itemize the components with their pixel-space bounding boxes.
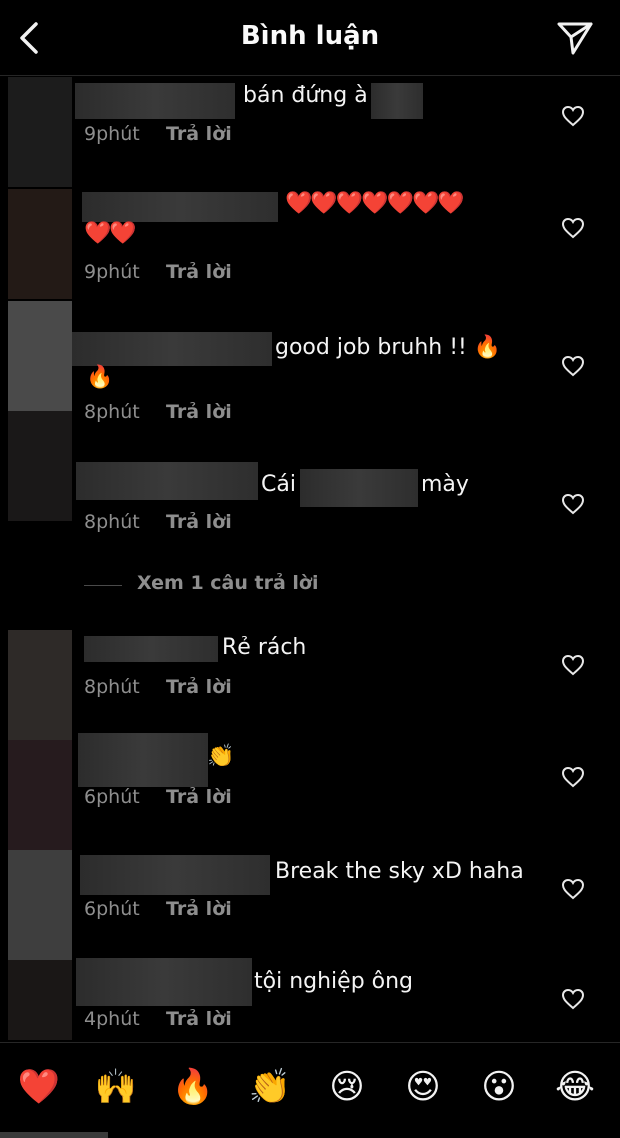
heart-icon[interactable] <box>561 878 585 900</box>
view-replies-button[interactable]: Xem 1 câu trả lời <box>84 572 384 602</box>
heart-icon[interactable] <box>561 766 585 788</box>
comment-text: 👏 <box>207 744 235 769</box>
comment-time: 6phút <box>84 898 140 920</box>
clapping-hands-emoji-button[interactable]: 👏 <box>248 1065 292 1109</box>
reply-button[interactable]: Trả lời <box>166 401 232 423</box>
page-title: Bình luận <box>240 21 380 51</box>
comment-meta: 9phút Trả lời <box>84 261 232 283</box>
comment-meta: 8phút Trả lời <box>84 676 232 698</box>
avatar[interactable] <box>8 740 72 850</box>
header: Bình luận <box>0 0 620 76</box>
redacted-text <box>300 469 418 507</box>
avatar[interactable] <box>8 77 72 187</box>
comment-time: 6phút <box>84 786 140 808</box>
comment-meta: 6phút Trả lời <box>84 898 232 920</box>
comment-input-edge <box>0 1132 108 1138</box>
comment-text: bán đứng à <box>243 83 368 108</box>
username-redacted[interactable] <box>76 462 258 500</box>
username-redacted[interactable] <box>78 733 208 787</box>
username-redacted[interactable] <box>76 958 252 1006</box>
heart-icon[interactable] <box>561 493 585 515</box>
comment-text-part1: Cái <box>261 472 296 497</box>
reply-button[interactable]: Trả lời <box>166 1008 232 1030</box>
redacted-text <box>371 83 423 119</box>
comment-text-line2: 🔥 <box>86 365 114 390</box>
comment-text-part2: mày <box>421 472 469 497</box>
avatar[interactable] <box>8 301 72 411</box>
avatar[interactable] <box>8 630 72 740</box>
avatar[interactable] <box>8 850 72 960</box>
comment-meta: 9phút Trả lời <box>84 123 232 145</box>
username-redacted[interactable] <box>80 855 270 895</box>
comment-text: Rẻ rách <box>222 635 307 660</box>
comment-meta: 8phút Trả lời <box>84 511 232 533</box>
comment-time: 9phút <box>84 261 140 283</box>
emoji-reaction-bar: ❤️ 🙌 🔥 👏 😢 😍 😮 😂 <box>0 1042 620 1138</box>
comment-time: 8phút <box>84 676 140 698</box>
reply-button[interactable]: Trả lời <box>166 123 232 145</box>
username-redacted[interactable] <box>75 83 235 119</box>
avatar[interactable] <box>8 411 72 521</box>
username-redacted[interactable] <box>82 192 278 222</box>
comment-time: 4phút <box>84 1008 140 1030</box>
raising-hands-emoji-button[interactable]: 🙌 <box>94 1065 138 1109</box>
comment-time: 8phút <box>84 511 140 533</box>
comment-text: tội nghiệp ông <box>254 969 414 994</box>
heart-icon[interactable] <box>561 105 585 127</box>
username-redacted[interactable] <box>84 636 218 662</box>
reply-button[interactable]: Trả lời <box>166 676 232 698</box>
surprised-face-emoji-button[interactable]: 😮 <box>477 1065 521 1109</box>
heart-icon[interactable] <box>561 355 585 377</box>
username-redacted[interactable] <box>72 332 272 366</box>
comment-meta: 8phút Trả lời <box>84 401 232 423</box>
reply-button[interactable]: Trả lời <box>166 511 232 533</box>
comment-time: 8phút <box>84 401 140 423</box>
reply-button[interactable]: Trả lời <box>166 261 232 283</box>
comment-text-line2: ❤️❤️ <box>84 221 137 246</box>
reply-button[interactable]: Trả lời <box>166 786 232 808</box>
tears-of-joy-emoji-button[interactable]: 😂 <box>553 1065 597 1109</box>
comment-text: Break the sky xD haha <box>275 859 524 884</box>
heart-icon[interactable] <box>561 654 585 676</box>
heart-icon[interactable] <box>561 988 585 1010</box>
reply-button[interactable]: Trả lời <box>166 898 232 920</box>
heart-icon[interactable] <box>561 217 585 239</box>
comment-time: 9phút <box>84 123 140 145</box>
comment-text: good job bruhh !! 🔥 <box>275 335 502 360</box>
heart-eyes-emoji-button[interactable]: 😍 <box>401 1065 445 1109</box>
comment-meta: 4phút Trả lời <box>84 1008 232 1030</box>
view-replies-label: Xem 1 câu trả lời <box>137 572 319 594</box>
red-heart-emoji-button[interactable]: ❤️ <box>17 1065 61 1109</box>
fire-emoji-button[interactable]: 🔥 <box>171 1065 215 1109</box>
crying-face-emoji-button[interactable]: 😢 <box>325 1065 369 1109</box>
divider <box>84 585 122 586</box>
comment-text: ❤️❤️❤️❤️❤️❤️❤️ <box>285 191 465 216</box>
avatar[interactable] <box>8 960 72 1040</box>
avatar[interactable] <box>8 189 72 299</box>
comment-meta: 6phút Trả lời <box>84 786 232 808</box>
send-icon[interactable] <box>556 20 594 56</box>
